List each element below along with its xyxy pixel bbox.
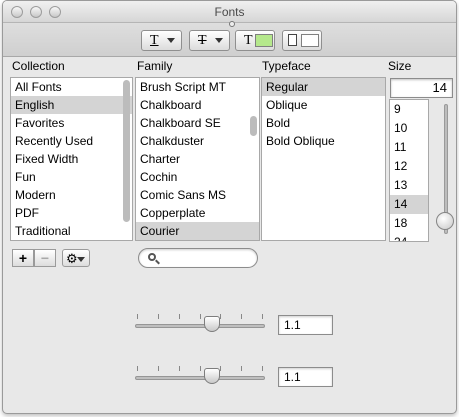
fonts-window: Fonts T T T Collection Family Typeface S… (2, 0, 457, 414)
collection-item[interactable]: Fun (11, 168, 132, 186)
title-bar: Fonts (3, 1, 456, 23)
family-item[interactable]: Chalkboard SE (136, 114, 259, 132)
slider-tick (157, 366, 159, 371)
slider-tick (241, 366, 243, 371)
collection-scrollbar[interactable] (123, 80, 130, 238)
size-header: Size (388, 59, 412, 73)
family-scroll-thumb[interactable] (250, 116, 257, 136)
slider-tick (178, 366, 180, 371)
size-item[interactable]: 12 (390, 157, 428, 176)
document-color-swatch (301, 34, 319, 47)
family-item[interactable]: Cochin (136, 168, 259, 186)
family-item[interactable]: Chalkboard (136, 96, 259, 114)
slider-1-value-input[interactable] (279, 316, 332, 334)
slider-tick (220, 314, 222, 319)
size-item[interactable]: 14 (390, 195, 428, 214)
toolbar-toggle-button[interactable] (229, 21, 235, 27)
size-slider-knob[interactable] (436, 212, 454, 230)
underline-menu-button[interactable]: T (141, 30, 182, 51)
size-field[interactable]: 14 (390, 78, 453, 98)
size-item[interactable]: 11 (390, 138, 428, 157)
family-item[interactable]: Comic Sans MS (136, 186, 259, 204)
slider-tick (241, 314, 243, 319)
family-item[interactable]: Charter (136, 150, 259, 168)
slider-2-value-input[interactable] (279, 368, 332, 386)
typeface-item[interactable]: Regular (262, 78, 385, 96)
column-headers: Collection Family Typeface Size (3, 59, 456, 75)
strikethrough-menu-button[interactable]: T (189, 30, 230, 51)
slider-tick (220, 366, 222, 371)
collection-header: Collection (12, 59, 65, 73)
slider-1[interactable] (133, 314, 267, 336)
text-color-icon: T (244, 32, 253, 48)
slider-2-knob[interactable] (203, 368, 220, 384)
collection-list[interactable]: All Fonts English Favorites Recently Used Fi… (10, 77, 133, 241)
document-color-button[interactable] (282, 30, 322, 51)
text-color-swatch (255, 34, 273, 47)
underline-icon: T (150, 32, 159, 48)
slider-2[interactable] (133, 366, 267, 388)
family-item[interactable]: Courier (136, 222, 259, 240)
slider-1-value-field[interactable] (278, 315, 333, 335)
collection-item[interactable]: Recently Used (11, 132, 132, 150)
toolbar: T T T (3, 23, 456, 57)
font-search-field[interactable] (138, 248, 258, 268)
collection-item[interactable]: English (11, 96, 132, 114)
slider-tick (157, 314, 159, 319)
family-item[interactable]: Brush Script MT (136, 78, 259, 96)
family-header: Family (137, 59, 173, 73)
slider-2-value-field[interactable] (278, 367, 333, 387)
slider-tick (199, 366, 201, 371)
collection-item[interactable]: PDF (11, 204, 132, 222)
search-input[interactable] (163, 251, 251, 265)
family-item[interactable]: Chalkduster (136, 132, 259, 150)
size-item[interactable]: 13 (390, 176, 428, 195)
chevron-down-icon (77, 257, 85, 262)
slider-tick (262, 314, 263, 319)
slider-tick (262, 366, 263, 371)
gear-icon: ⚙ (66, 251, 78, 266)
add-collection-button[interactable]: + (12, 249, 34, 267)
collection-item[interactable]: Favorites (11, 114, 132, 132)
size-item[interactable]: 18 (390, 214, 428, 233)
size-item[interactable]: 9 (390, 100, 428, 119)
size-list[interactable]: 9 10 11 12 13 14 18 24 (389, 99, 429, 242)
document-icon (288, 34, 297, 46)
typeface-item[interactable]: Bold Oblique (262, 132, 385, 150)
collection-item[interactable]: Fixed Width (11, 150, 132, 168)
size-item[interactable]: 24 (390, 233, 428, 241)
slider-1-knob[interactable] (203, 316, 220, 332)
strikethrough-icon: T (198, 32, 207, 48)
collection-item[interactable]: All Fonts (11, 78, 132, 96)
collection-item[interactable]: Traditional (11, 222, 132, 240)
slider-tick (178, 314, 180, 319)
typeface-header: Typeface (262, 59, 311, 73)
chevron-down-icon (215, 38, 223, 43)
family-scrollbar[interactable] (250, 80, 257, 238)
size-item[interactable]: 10 (390, 119, 428, 138)
collection-scroll-thumb[interactable] (123, 80, 130, 222)
typeface-item[interactable]: Bold (262, 114, 385, 132)
window-title: Fonts (214, 5, 245, 19)
collection-item[interactable]: Modern (11, 186, 132, 204)
family-item[interactable]: Copperplate (136, 204, 259, 222)
action-menu-button[interactable]: ⚙ (62, 249, 90, 267)
typeface-item[interactable]: Oblique (262, 96, 385, 114)
slider-tick (137, 366, 138, 371)
family-list[interactable]: Brush Script MT Chalkboard Chalkboard SE Ch… (135, 77, 260, 241)
chevron-down-icon (167, 38, 175, 43)
typeface-list[interactable]: Regular Oblique Bold Bold Oblique (261, 77, 386, 241)
slider-tick (137, 314, 138, 319)
text-color-button[interactable]: T (235, 30, 275, 51)
remove-collection-button[interactable]: − (34, 249, 56, 267)
slider-tick (199, 314, 201, 319)
